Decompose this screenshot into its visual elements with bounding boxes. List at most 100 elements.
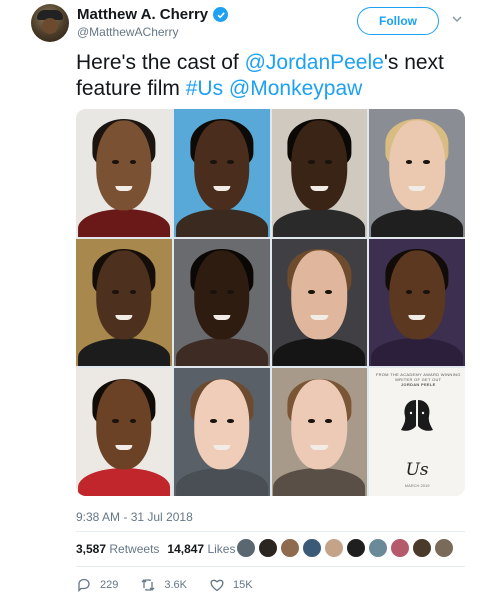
cast-photo-eye [129, 289, 137, 294]
cast-photo-shoulders [371, 338, 464, 367]
tweet-header: Matthew A. Cherry @MatthewACherry Follow [0, 0, 495, 50]
cast-photo[interactable] [173, 109, 270, 237]
cast-photo-face [96, 120, 152, 210]
liker-avatar[interactable] [280, 538, 300, 558]
follow-button[interactable]: Follow [357, 7, 439, 35]
like-count: 15K [233, 579, 253, 591]
retweets-count: 3,587 [76, 542, 107, 556]
cast-photo-eye [227, 160, 235, 164]
cast-photo-eye [210, 160, 217, 164]
cast-photo[interactable] [76, 368, 172, 496]
cast-photo-face [96, 379, 152, 470]
cast-photo-shoulders [175, 208, 268, 237]
poster-tagline-text: FROM THE ACADEMY AWARD WINNING WRITER OF… [375, 372, 461, 383]
like-button[interactable]: 15K [209, 577, 253, 593]
cast-photo-eye [422, 160, 430, 164]
cast-photo-eye [112, 160, 120, 164]
likes-count: 14,847 [167, 542, 205, 556]
cast-photo[interactable] [173, 368, 270, 496]
poster-footer: MARCH 2019 [404, 483, 430, 489]
liker-avatar[interactable] [368, 538, 388, 558]
cast-photo[interactable] [271, 109, 368, 237]
tweet-timestamp[interactable]: 9:38 AM - 31 Jul 2018 [76, 510, 193, 524]
cast-photo-eye [210, 289, 217, 294]
cast-photo-shoulders [273, 467, 366, 496]
cast-photo-eye [227, 289, 235, 294]
cast-photo-face [291, 120, 348, 210]
retweet-icon [141, 579, 155, 591]
cast-photo-eye [325, 160, 332, 164]
cast-photo-face [193, 379, 250, 470]
liker-avatar[interactable] [324, 538, 344, 558]
cast-photo-face [389, 250, 445, 340]
liker-avatar[interactable] [258, 538, 278, 558]
engagement-stats: 3,587 Retweets 14,847 Likes [76, 540, 235, 558]
reply-count: 229 [100, 579, 119, 591]
chevron-down-icon[interactable] [451, 13, 463, 25]
cast-photo-eye [422, 289, 430, 294]
tweet-actions: 229 3.6K 15K [76, 577, 275, 593]
retweet-button[interactable]: 3.6K [140, 577, 187, 593]
cast-photo-shoulders [77, 208, 170, 237]
liker-avatar[interactable] [390, 538, 410, 558]
cast-photo[interactable] [271, 368, 368, 496]
likes-stat[interactable]: 14,847 Likes [167, 542, 235, 556]
retweets-label: Retweets [109, 542, 160, 556]
cast-photo-eye [307, 289, 315, 294]
cast-photo[interactable] [369, 238, 465, 367]
tweet-text-segment: Here's the cast of [76, 51, 245, 74]
cast-photo-shoulders [273, 208, 366, 237]
poster-silhouette-icon [401, 400, 434, 432]
mention-link[interactable]: @JordanPeele [245, 51, 384, 74]
cast-photo[interactable] [76, 109, 172, 237]
cast-photo-shoulders [371, 208, 464, 237]
divider [76, 566, 465, 567]
liker-avatar[interactable] [412, 538, 432, 558]
liker-avatar[interactable] [236, 538, 256, 558]
hashtag-link[interactable]: #Us [186, 77, 223, 100]
cast-photo-eye [307, 419, 315, 424]
cast-photo-eye [129, 160, 137, 164]
name-row: Matthew A. Cherry [77, 6, 229, 23]
poster-tagline: FROM THE ACADEMY AWARD WINNING WRITER OF… [375, 372, 461, 387]
cast-photo[interactable] [173, 238, 270, 367]
cast-photo-shoulders [77, 467, 170, 496]
cast-photo[interactable] [271, 238, 368, 367]
likes-label: Likes [207, 542, 236, 556]
cast-photo-eye [405, 289, 413, 294]
liker-avatar[interactable] [434, 538, 454, 558]
cast-photo[interactable] [76, 238, 172, 367]
reply-icon [78, 578, 90, 593]
cast-photo-eye [325, 289, 332, 294]
divider [76, 531, 465, 532]
cast-photo-eye [112, 289, 120, 294]
cast-photo-face [193, 120, 250, 210]
poster-director: JORDAN PEELE [400, 382, 436, 388]
avatar-face [42, 18, 58, 34]
film-poster[interactable]: FROM THE ACADEMY AWARD WINNING WRITER OF… [369, 368, 465, 496]
verified-badge-icon [213, 7, 229, 22]
cast-photo-face [291, 379, 348, 470]
poster-title: Us [405, 460, 429, 481]
reply-button[interactable]: 229 [76, 577, 118, 593]
heart-icon [210, 579, 224, 592]
cast-photo-shoulders [273, 338, 366, 367]
display-name[interactable]: Matthew A. Cherry [77, 6, 208, 23]
mention-link[interactable]: @Monkeypaw [229, 77, 362, 100]
retweets-stat[interactable]: 3,587 Retweets [76, 542, 159, 556]
retweet-count: 3.6K [164, 579, 187, 591]
cast-photo-shoulders [175, 467, 268, 496]
cast-photo-eye [405, 160, 413, 164]
liker-avatar[interactable] [302, 538, 322, 558]
tweet-text: Here's the cast of @JordanPeele's next f… [76, 50, 476, 102]
cast-photo-face [389, 120, 445, 210]
cast-photo-eye [307, 160, 315, 164]
cast-photo-face [96, 250, 152, 340]
cast-photo-shoulders [175, 338, 268, 367]
photo-grid[interactable]: FROM THE ACADEMY AWARD WINNING WRITER OF… [76, 109, 465, 496]
avatar[interactable] [31, 4, 69, 42]
user-handle[interactable]: @MatthewACherry [77, 25, 179, 39]
cast-photo[interactable] [369, 109, 465, 237]
liker-avatar[interactable] [346, 538, 366, 558]
cast-photo-shoulders [77, 338, 170, 367]
